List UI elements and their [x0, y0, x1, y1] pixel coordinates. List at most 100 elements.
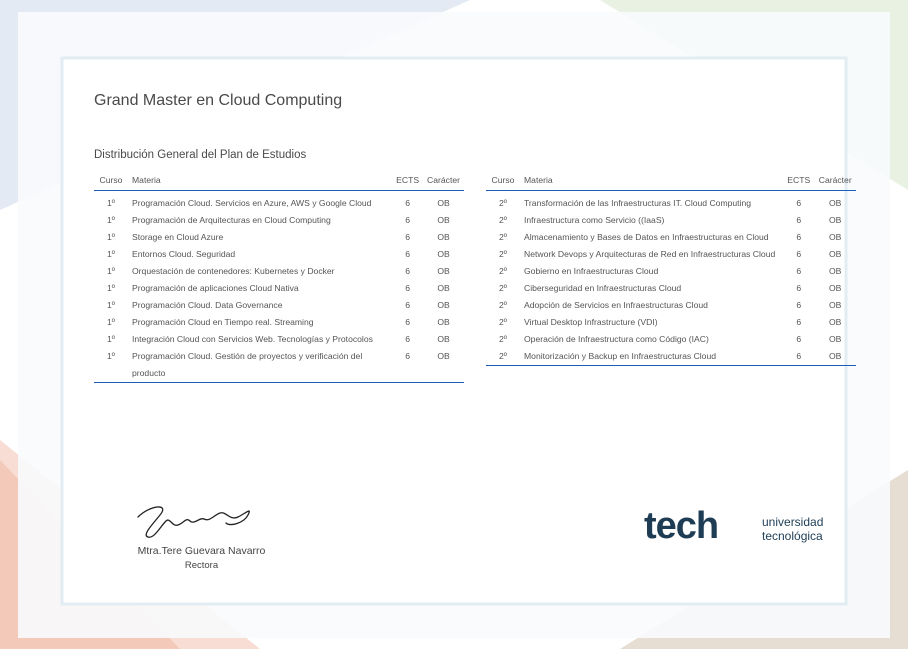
- row-caracter: OB: [437, 317, 450, 327]
- table-row: 2º Almacenamiento y Bases de Datos en Inf…: [486, 229, 856, 246]
- row-curso: 2º: [499, 334, 507, 344]
- table-row: 1º Programación Cloud en Tiempo real. Str…: [94, 314, 464, 331]
- table-row: 1º Programación Cloud. Data Governance 6 OB: [94, 297, 464, 314]
- table-row: 1º Programación de aplicaciones Cloud Nat…: [94, 280, 464, 297]
- row-caracter: OB: [437, 232, 450, 242]
- table-row: 1º Orquestación de contenedores: Kubernet…: [94, 263, 464, 280]
- row-curso: 2º: [499, 300, 507, 310]
- row-ects: 6: [405, 198, 410, 208]
- row-caracter: OB: [437, 283, 450, 293]
- row-materia: Ciberseguridad en Infraestructuras Cloud: [524, 283, 682, 293]
- row-materia: Programación Cloud. Data Governance: [132, 300, 283, 310]
- row-curso: 1º: [107, 283, 115, 293]
- table-row: 1º Programación Cloud. Servicios en Azure…: [94, 191, 464, 213]
- row-curso: 2º: [499, 232, 507, 242]
- certificate-page: Grand Master en Cloud Computing Distribu…: [0, 0, 908, 649]
- row-curso: 2º: [499, 198, 507, 208]
- table-row: 2º Operación de Infraestructura como Códi…: [486, 331, 856, 348]
- document-subtitle: Distribución General del Plan de Estudio…: [94, 149, 307, 161]
- header-materia: Materia: [132, 174, 161, 185]
- row-materia: Gobierno en Infraestructuras Cloud: [524, 266, 659, 276]
- row-ects: 6: [796, 198, 802, 208]
- row-curso: 2º: [499, 249, 507, 259]
- row-curso: 2º: [499, 351, 507, 361]
- row-caracter: OB: [437, 266, 450, 276]
- row-materia: Storage en Cloud Azure: [132, 232, 224, 242]
- row-ects: 6: [405, 351, 410, 361]
- row-materia: Adopción de Servicios en Infraestructura…: [524, 300, 708, 310]
- row-materia: Programación de Arquitecturas en Cloud C…: [132, 215, 331, 225]
- header-curso: Curso: [99, 174, 123, 185]
- university-logo: tech universidad tecnológica: [644, 505, 834, 555]
- row-materia: Infraestructura como Servicio ((IaaS): [524, 215, 665, 225]
- row-ects: 6: [796, 232, 802, 242]
- row-materia: Virtual Desktop Infrastructure (VDI): [524, 317, 658, 327]
- row-curso: 1º: [107, 249, 115, 259]
- row-materia: Programación Cloud. Gestión de proyectos…: [132, 351, 363, 378]
- row-caracter: OB: [437, 334, 450, 344]
- table-row: 1º Programación de Arquitecturas en Cloud…: [94, 212, 464, 229]
- row-ects: 6: [405, 300, 410, 310]
- table-row: 2º Gobierno en Infraestructuras Cloud 6 OB: [486, 263, 856, 280]
- row-curso: 1º: [107, 317, 115, 327]
- row-materia: Transformación de las Infraestructuras I…: [524, 198, 752, 208]
- row-materia: Entornos Cloud. Seguridad: [132, 249, 236, 259]
- table-row: 2º Ciberseguridad en Infraestructuras Clo…: [486, 280, 856, 297]
- row-curso: 1º: [107, 351, 115, 361]
- row-curso: 2º: [499, 215, 507, 225]
- document-title: Grand Master en Cloud Computing: [94, 92, 343, 109]
- row-ects: 6: [405, 249, 410, 259]
- table-row: 2º Network Devops y Arquitecturas de Red …: [486, 246, 856, 263]
- row-caracter: OB: [829, 198, 842, 208]
- signature-image: [137, 506, 250, 538]
- table-row: 2º Adopción de Servicios en Infraestructu…: [486, 297, 856, 314]
- row-ects: 6: [405, 215, 410, 225]
- logo-line-2: tecnológica: [762, 529, 823, 543]
- table-row: 2º Infraestructura como Servicio ((IaaS) 6…: [486, 212, 856, 229]
- table-header-row: Curso Materia ECTS Carácter: [486, 173, 856, 191]
- study-plan-table-first-year: Curso Materia ECTS Carácter 1º Programaci…: [94, 173, 464, 383]
- row-materia: Integración Cloud con Servicios Web. Tec…: [132, 334, 373, 344]
- table-row: 2º Transformación de las Infraestructuras…: [486, 191, 856, 213]
- logo-line-1: universidad: [762, 515, 824, 529]
- row-ects: 6: [796, 215, 802, 225]
- row-curso: 1º: [107, 198, 115, 208]
- row-caracter: OB: [437, 198, 450, 208]
- row-materia: Network Devops y Arquitecturas de Red en…: [524, 249, 776, 259]
- table-row: 2º Monitorización y Backup en Infraestruc…: [486, 348, 856, 366]
- row-materia: Almacenamiento y Bases de Datos en Infra…: [524, 232, 769, 242]
- row-caracter: OB: [829, 249, 842, 259]
- row-materia: Programación Cloud. Servicios en Azure, …: [132, 198, 372, 208]
- row-caracter: OB: [437, 249, 450, 259]
- row-caracter: OB: [829, 334, 842, 344]
- row-ects: 6: [405, 317, 410, 327]
- row-curso: 1º: [107, 266, 115, 276]
- header-curso: Curso: [491, 174, 515, 185]
- row-curso: 2º: [499, 283, 507, 293]
- row-curso: 1º: [107, 300, 115, 310]
- row-ects: 6: [405, 266, 410, 276]
- study-plan-table-second-year: Curso Materia ECTS Carácter 2º Transforma…: [486, 173, 856, 366]
- row-materia: Orquestación de contenedores: Kubernetes…: [132, 266, 335, 276]
- row-ects: 6: [796, 283, 802, 293]
- signatory-role: Rectora: [184, 560, 219, 571]
- header-materia: Materia: [524, 174, 553, 185]
- row-materia: Programación Cloud en Tiempo real. Strea…: [132, 317, 314, 327]
- header-caracter: Carácter: [427, 174, 460, 185]
- row-ects: 6: [405, 232, 410, 242]
- row-materia: Programación de aplicaciones Cloud Nativ…: [132, 283, 299, 293]
- table-row: 1º Storage en Cloud Azure 6 OB: [94, 229, 464, 246]
- row-curso: 1º: [107, 232, 115, 242]
- header-ects: ECTS: [396, 174, 420, 185]
- row-caracter: OB: [829, 215, 842, 225]
- row-ects: 6: [796, 249, 802, 259]
- row-caracter: OB: [829, 317, 842, 327]
- table-row: 1º Integración Cloud con Servicios Web. T…: [94, 331, 464, 348]
- row-caracter: OB: [829, 351, 842, 361]
- row-caracter: OB: [829, 266, 842, 276]
- logo-wordmark: tech: [644, 505, 719, 547]
- row-ects: 6: [796, 266, 802, 276]
- header-caracter: Carácter: [818, 174, 852, 185]
- row-caracter: OB: [437, 215, 450, 225]
- row-ects: 6: [405, 283, 410, 293]
